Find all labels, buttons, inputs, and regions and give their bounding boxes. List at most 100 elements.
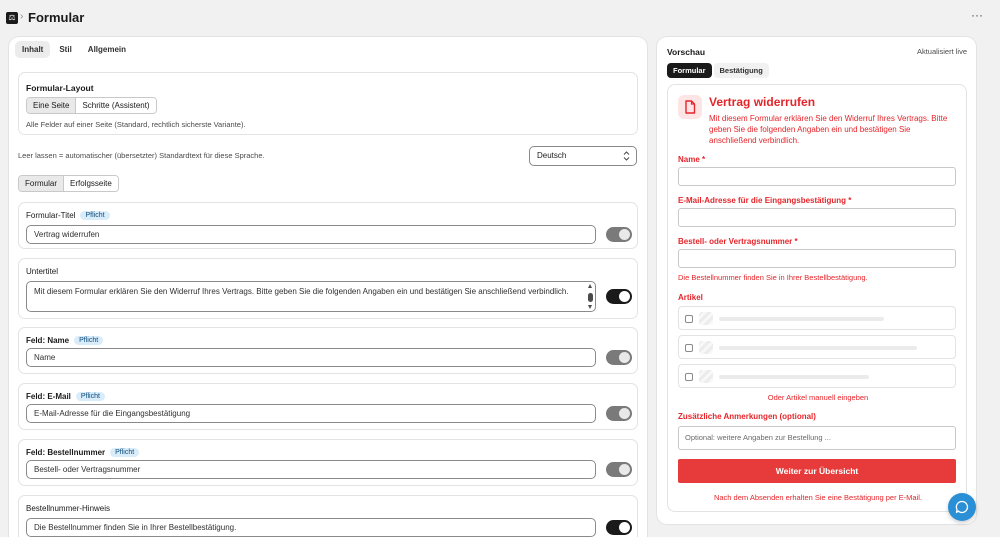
chat-bubble-icon: [955, 500, 969, 514]
app-logo-icon[interactable]: ⚖: [6, 12, 18, 24]
field-label: Feld: Name Pflicht: [26, 336, 104, 345]
field-label: Feld: Bestellnummer Pflicht: [26, 448, 140, 457]
editor-card: Inhalt Stil Allgemein Formular-Layout Ei…: [9, 37, 647, 537]
field-card-subtitle: Untertitel Mit diesem Formular erklären …: [18, 258, 638, 319]
language-selected-value: Deutsch: [537, 151, 567, 160]
layout-segmented-control: Eine Seite Schritte (Assistent): [26, 97, 157, 114]
tab-allgemein[interactable]: Allgemein: [81, 41, 133, 58]
more-actions-icon[interactable]: ···: [969, 9, 985, 25]
scroll-thumb[interactable]: [588, 293, 593, 302]
field-card-email: Feld: E-Mail Pflicht E-Mail-Adresse für …: [18, 383, 638, 430]
live-update-label: Aktualisiert live: [916, 47, 967, 56]
order-number-label: Bestell- oder Vertragsnummer *: [678, 237, 798, 246]
order-hint-input[interactable]: Die Bestellnummer finden Sie in Ihrer Be…: [26, 518, 596, 537]
article-row[interactable]: [678, 364, 956, 388]
field-label-text: Feld: Name: [26, 336, 70, 345]
field-label: Feld: E-Mail Pflicht: [26, 392, 105, 401]
article-image-placeholder: [699, 312, 713, 325]
preview-card: Vorschau Aktualisiert live Formular Best…: [657, 37, 976, 524]
chat-button[interactable]: [948, 493, 976, 521]
editor-tabs: Inhalt Stil Allgemein: [15, 41, 133, 58]
continue-button[interactable]: Weiter zur Übersicht: [678, 459, 956, 483]
subtab-erfolgsseite[interactable]: Erfolgsseite: [64, 176, 118, 191]
manual-article-link[interactable]: Oder Artikel manuell eingeben: [668, 393, 968, 402]
page-title: Formular: [28, 10, 85, 25]
document-icon: [678, 95, 702, 119]
article-row[interactable]: [678, 335, 956, 359]
toggle-knob: [619, 229, 630, 240]
toggle-knob: [619, 464, 630, 475]
field-label: Untertitel: [26, 267, 58, 276]
article-text-placeholder: [719, 375, 869, 379]
order-hint-toggle[interactable]: [606, 520, 632, 535]
form-title-input[interactable]: Vertrag widerrufen: [26, 225, 596, 244]
confirmation-note: Nach dem Absenden erhalten Sie eine Best…: [713, 493, 923, 502]
field-card-order-hint: Bestellnummer-Hinweis Die Bestellnummer …: [18, 495, 638, 537]
tab-inhalt[interactable]: Inhalt: [15, 41, 51, 58]
article-checkbox[interactable]: [685, 315, 693, 323]
email-input[interactable]: [678, 208, 956, 227]
field-label-text: Feld: E-Mail: [26, 392, 71, 401]
preview-tab-bestaetigung[interactable]: Bestätigung: [713, 63, 769, 78]
layout-option-steps[interactable]: Schritte (Assistent): [76, 98, 156, 113]
layout-section: Formular-Layout Eine Seite Schritte (Ass…: [18, 72, 638, 135]
layout-option-single-page[interactable]: Eine Seite: [27, 98, 77, 113]
form-subtabs: Formular Erfolgsseite: [18, 175, 119, 192]
language-select[interactable]: Deutsch: [529, 146, 637, 166]
name-input[interactable]: [678, 167, 956, 186]
breadcrumb-separator: ›: [20, 11, 24, 22]
email-label: E-Mail-Adresse für die Eingangsbestätigu…: [678, 196, 852, 205]
field-card-name: Feld: Name Pflicht Name: [18, 327, 638, 374]
article-checkbox[interactable]: [685, 373, 693, 381]
order-number-input[interactable]: [678, 249, 956, 268]
order-number-label-input[interactable]: Bestell- oder Vertragsnummer: [26, 460, 596, 479]
preview-tabs: Formular Bestätigung: [667, 63, 769, 78]
field-card-order-number: Feld: Bestellnummer Pflicht Bestell- ode…: [18, 439, 638, 486]
required-badge: Pflicht: [110, 448, 140, 457]
article-checkbox[interactable]: [685, 344, 693, 352]
textarea-scrollbar[interactable]: [588, 284, 593, 309]
preview-tab-formular[interactable]: Formular: [667, 63, 712, 78]
article-image-placeholder: [699, 341, 713, 354]
form-preview-description: Mit diesem Formular erklären Sie den Wid…: [709, 114, 948, 145]
toggle-knob: [619, 352, 630, 363]
form-title-toggle[interactable]: [606, 227, 632, 242]
order-number-toggle[interactable]: [606, 462, 632, 477]
toggle-knob: [619, 291, 630, 302]
article-text-placeholder: [719, 346, 917, 350]
layout-hint: Alle Felder auf einer Seite (Standard, r…: [26, 120, 246, 129]
preview-title: Vorschau: [667, 47, 706, 57]
name-label: Name *: [678, 155, 706, 164]
scroll-down-icon[interactable]: [588, 305, 592, 309]
notes-input[interactable]: Optional: weitere Angaben zur Bestellung…: [678, 426, 956, 450]
articles-label: Artikel: [678, 293, 703, 302]
scroll-up-icon[interactable]: [588, 284, 592, 288]
field-label-text: Bestellnummer-Hinweis: [26, 504, 111, 513]
layout-title: Formular-Layout: [26, 83, 94, 93]
top-bar: ⚖ › Formular ···: [0, 0, 1000, 36]
form-preview: Vertrag widerrufen Mit diesem Formular e…: [667, 84, 967, 512]
email-toggle[interactable]: [606, 406, 632, 421]
subtitle-textarea[interactable]: Mit diesem Formular erklären Sie den Wid…: [26, 281, 596, 312]
tab-stil[interactable]: Stil: [52, 41, 78, 58]
field-card-form-title: Formular-Titel Pflicht Vertrag widerrufe…: [18, 202, 638, 249]
subtitle-text: Mit diesem Formular erklären Sie den Wid…: [34, 287, 569, 296]
required-badge: Pflicht: [74, 336, 104, 345]
name-toggle[interactable]: [606, 350, 632, 365]
toggle-knob: [619, 408, 630, 419]
form-preview-title: Vertrag widerrufen: [709, 95, 816, 109]
field-label-text: Formular-Titel: [26, 211, 76, 220]
language-hint: Leer lassen = automatischer (übersetzter…: [18, 151, 265, 160]
article-row[interactable]: [678, 306, 956, 330]
field-label-text: Feld: Bestellnummer: [26, 448, 106, 457]
required-badge: Pflicht: [80, 211, 110, 220]
field-label: Formular-Titel Pflicht: [26, 211, 110, 220]
subtitle-toggle[interactable]: [606, 289, 632, 304]
article-image-placeholder: [699, 370, 713, 383]
name-label-input[interactable]: Name: [26, 348, 596, 367]
field-label: Bestellnummer-Hinweis: [26, 504, 110, 513]
email-label-input[interactable]: E-Mail-Adresse für die Eingangsbestätigu…: [26, 404, 596, 423]
subtab-formular[interactable]: Formular: [19, 176, 65, 191]
notes-label: Zusätzliche Anmerkungen (optional): [678, 412, 816, 421]
order-number-hint: Die Bestellnummer finden Sie in Ihrer Be…: [678, 273, 868, 282]
